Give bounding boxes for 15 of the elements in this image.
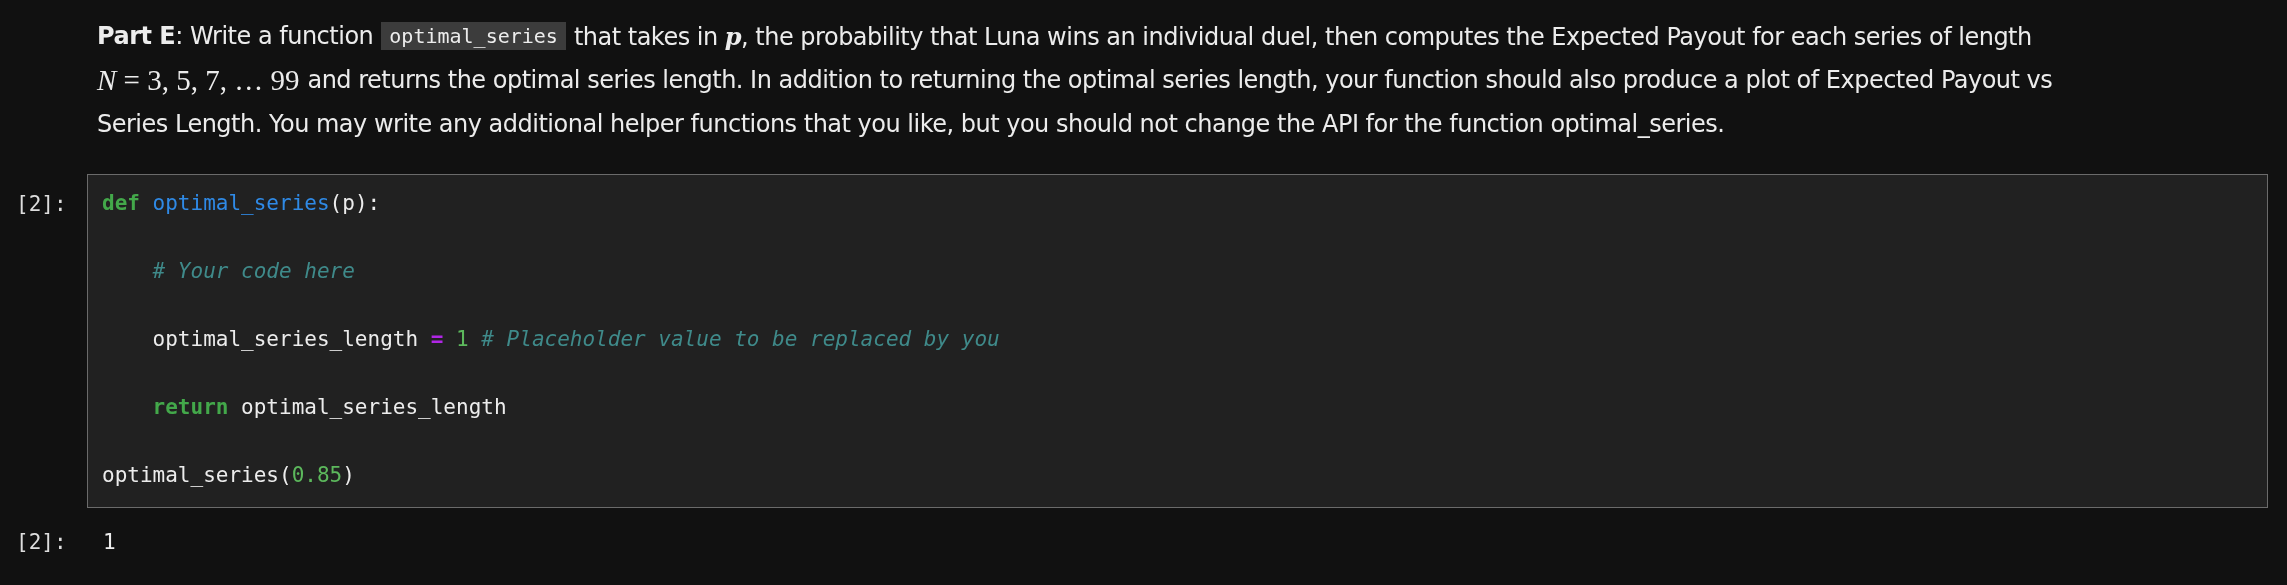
cell-prompt: [2]: <box>15 191 68 216</box>
paragraph-text: and returns the optimal series length. In addition to returning the optimal series length, your function should also produce a plot of Expected Payout vs <box>307 66 2053 94</box>
output-prompt: [2]: <box>15 529 68 554</box>
paragraph-text: that takes in p, the probability that Luna wins an individual duel, then computes the Expected Payout for each series of length <box>573 21 2032 51</box>
code-editor[interactable]: def optimal_series(p): # Your code here optimal_series_length = 1 # Placeholder value to be replaced by you return optimal_series_length optimal_series(0.85) <box>87 174 2268 508</box>
inline-code: optimal_series <box>381 22 566 50</box>
code-line: optimal_series(0.85) <box>102 462 356 489</box>
code-line: # Your code here <box>151 258 356 285</box>
output-text: 1 <box>102 529 116 554</box>
code-line: optimal_series_length = 1 # Placeholder value to be replaced by you <box>151 326 1001 353</box>
code-line: return optimal_series_length <box>151 394 508 421</box>
paragraph-text: Part E: Write a function <box>97 22 374 50</box>
math-expression: N = 3, 5, 7, … 99 <box>97 63 300 97</box>
paragraph-text: Series Length. You may write any additional helper functions that you like, but you should not change the API for the function optimal_series. <box>97 110 1725 138</box>
code-line: def optimal_series(p): <box>102 190 382 217</box>
